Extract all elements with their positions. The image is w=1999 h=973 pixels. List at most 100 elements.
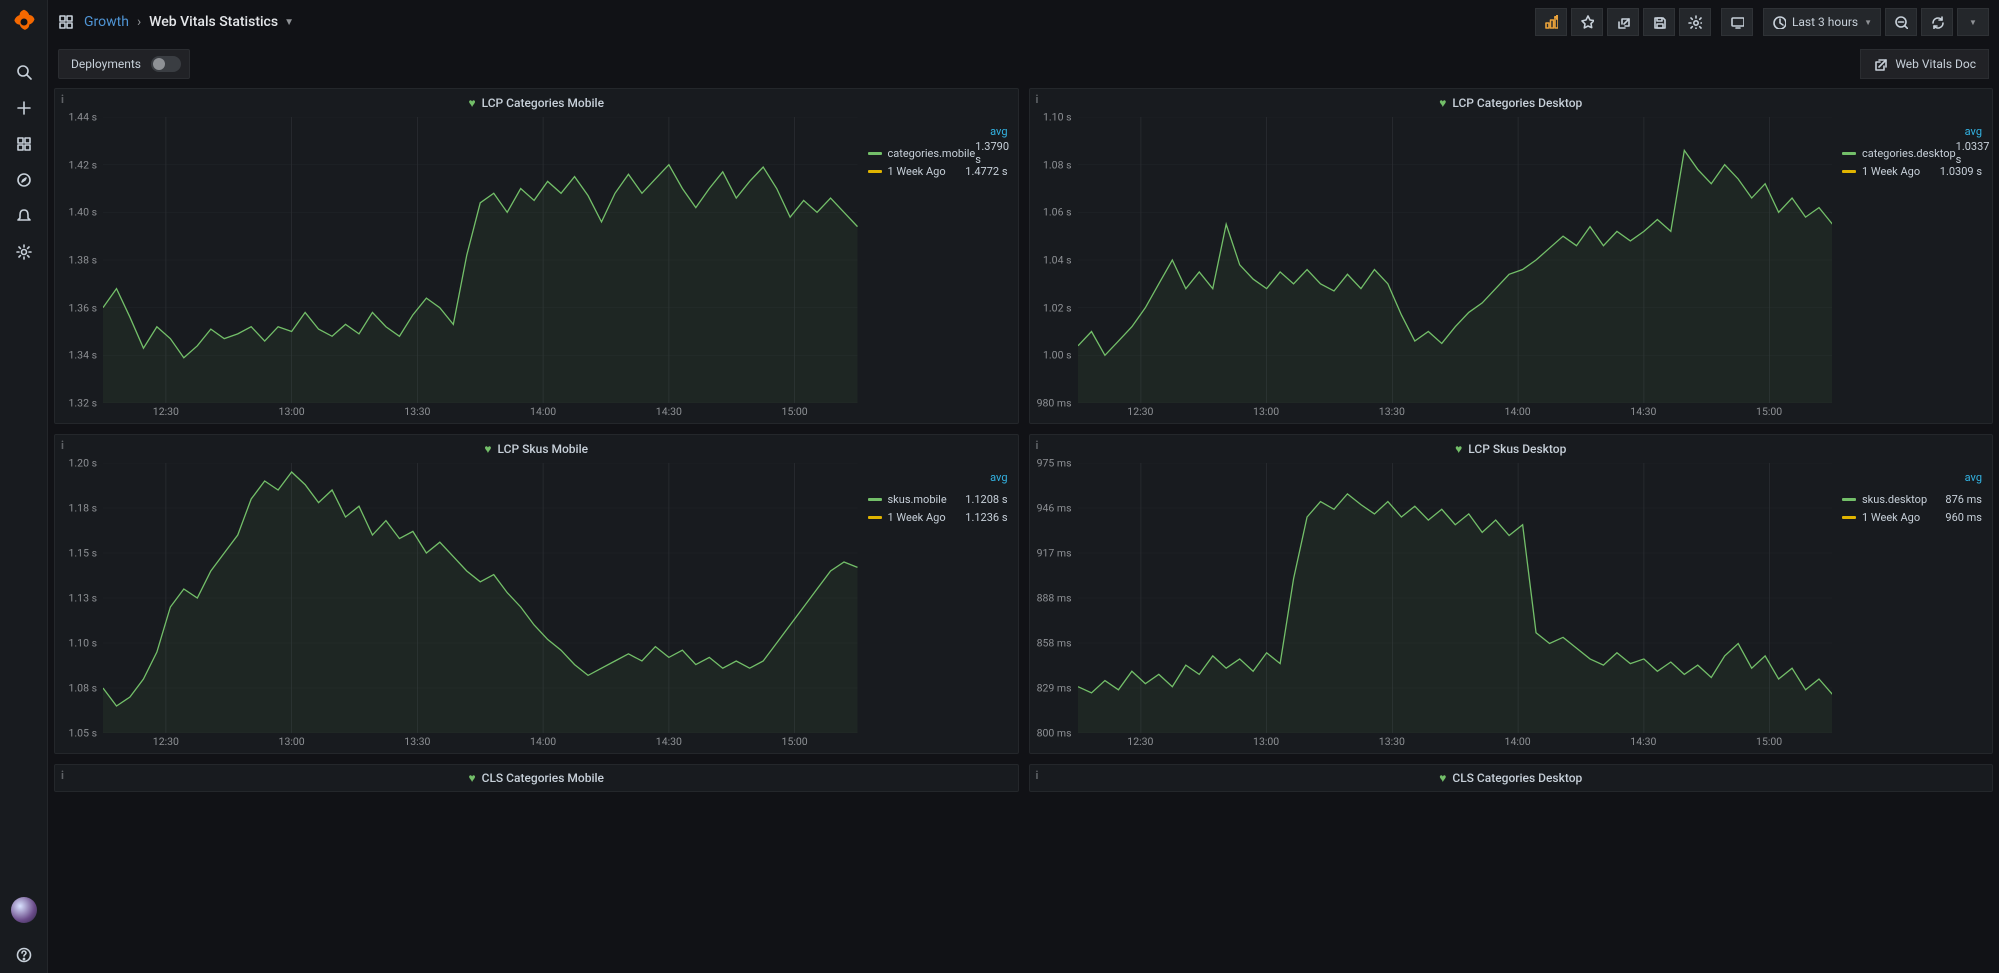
chevron-down-icon: ▼ (1864, 18, 1872, 27)
share-button[interactable] (1607, 8, 1639, 36)
nav-config-icon[interactable] (0, 234, 48, 270)
y-axis: 1.44 s1.42 s1.40 s1.38 s1.36 s1.34 s1.32… (55, 117, 103, 403)
panel-header[interactable]: i♥LCP Skus Desktop (1030, 435, 1993, 463)
heart-icon: ♥ (468, 771, 475, 785)
panel-title: LCP Skus Mobile (498, 442, 589, 456)
x-axis: 12:3013:0013:3014:0014:3015:00 (103, 733, 858, 753)
nav-help-icon[interactable] (0, 937, 48, 973)
plot-area[interactable] (103, 463, 858, 733)
panel-info-icon[interactable]: i (1036, 93, 1039, 106)
legend-label: categories.mobile (888, 147, 976, 160)
dashboards-grid-icon[interactable] (58, 14, 74, 30)
user-avatar[interactable] (11, 897, 37, 923)
panel-title: LCP Categories Mobile (482, 96, 604, 110)
tv-mode-button[interactable] (1721, 8, 1753, 36)
legend-row[interactable]: skus.mobile 1.1208 s (868, 490, 1008, 508)
legend-swatch (1842, 498, 1856, 501)
breadcrumb-sep: › (137, 14, 141, 30)
heart-icon: ♥ (1439, 96, 1446, 110)
chevron-down-icon: ▼ (284, 17, 294, 28)
deployments-variable: Deployments (58, 49, 190, 79)
panel-info-icon[interactable]: i (1036, 769, 1039, 782)
legend-swatch (1842, 152, 1856, 155)
page-title[interactable]: Web Vitals Statistics ▼ (149, 14, 294, 30)
panel-header[interactable]: i ♥ LCP Skus Mobile (55, 435, 1018, 463)
web-vitals-doc-link[interactable]: Web Vitals Doc (1860, 49, 1989, 79)
legend-swatch (868, 498, 882, 501)
heart-icon: ♥ (468, 96, 475, 110)
panel-body: 1.20 s1.18 s1.15 s1.13 s1.10 s1.08 s1.05… (55, 463, 1018, 753)
settings-button[interactable] (1679, 8, 1711, 36)
breadcrumb-folder[interactable]: Growth (84, 14, 129, 30)
legend-label: 1 Week Ago (888, 511, 946, 524)
panel-title: CLS Categories Mobile (482, 771, 604, 785)
panel-lcp_cat_desktop: i♥LCP Categories Desktop1.10 s1.08 s1.06… (1029, 88, 1994, 424)
legend-label: 1 Week Ago (888, 165, 946, 178)
panel-lcp_cat_mobile: i ♥ LCP Categories Mobile 1.44 s1.42 s1.40 … (54, 88, 1019, 424)
refresh-interval-picker[interactable]: ▼ (1957, 8, 1989, 36)
star-button[interactable] (1571, 8, 1603, 36)
legend-row[interactable]: 1 Week Ago 1.4772 s (868, 162, 1008, 180)
y-axis: 975 ms946 ms917 ms888 ms858 ms829 ms800 … (1030, 463, 1078, 733)
plot-area[interactable] (1078, 117, 1833, 403)
legend-header[interactable]: avg (1842, 125, 1982, 138)
legend-value: 1.4772 s (965, 165, 1007, 178)
page-title-text: Web Vitals Statistics (149, 14, 278, 30)
legend-row[interactable]: categories.desktop1.0337 s (1842, 144, 1982, 162)
legend-row[interactable]: 1 Week Ago 960 ms (1842, 508, 1982, 526)
legend: avg skus.mobile 1.1208 s 1 Week Ago 1.1236 s (858, 463, 1018, 753)
add-panel-button[interactable] (1535, 8, 1567, 36)
left-sidebar (0, 0, 48, 973)
nav-create-icon[interactable] (0, 90, 48, 126)
panel-info-icon[interactable]: i (61, 93, 64, 106)
panel-info-icon[interactable]: i (61, 769, 64, 782)
legend-swatch (1842, 516, 1856, 519)
legend: avg categories.desktop1.0337 s1 Week Ago1… (1832, 117, 1992, 423)
nav-explore-icon[interactable] (0, 162, 48, 198)
legend-value: 1.1208 s (965, 493, 1007, 506)
legend-row[interactable]: 1 Week Ago1.0309 s (1842, 162, 1982, 180)
legend-header[interactable]: avg (868, 471, 1008, 484)
legend-row[interactable]: categories.mobile1.3790 s (868, 144, 1008, 162)
legend: avg skus.desktop876 ms 1 Week Ago 960 ms (1832, 463, 1992, 753)
panel-header[interactable]: i♥LCP Categories Desktop (1030, 89, 1993, 117)
nav-alerting-icon[interactable] (0, 198, 48, 234)
deployments-toggle[interactable] (151, 56, 181, 72)
panel-lcp_skus_desktop: i♥LCP Skus Desktop975 ms946 ms917 ms888 … (1029, 434, 1994, 754)
panel-header[interactable]: i ♥ CLS Categories Mobile (55, 765, 1018, 791)
legend-label: skus.mobile (888, 493, 947, 506)
heart-icon: ♥ (1439, 771, 1446, 785)
legend-header[interactable]: avg (868, 125, 1008, 138)
panel-header[interactable]: i ♥ CLS Categories Desktop (1030, 765, 1993, 791)
zoom-out-button[interactable] (1885, 8, 1917, 36)
legend-value: 1.1236 s (965, 511, 1007, 524)
legend-label: 1 Week Ago (1862, 511, 1920, 524)
refresh-button[interactable] (1921, 8, 1953, 36)
x-axis: 12:3013:0013:3014:0014:3015:00 (103, 403, 858, 423)
save-button[interactable] (1643, 8, 1675, 36)
heart-icon: ♥ (484, 442, 491, 456)
plot-area[interactable] (103, 117, 858, 403)
panel-lcp_skus_mobile: i ♥ LCP Skus Mobile 1.20 s1.18 s1.15 s1.13 … (54, 434, 1019, 754)
panel-title: CLS Categories Desktop (1452, 771, 1582, 785)
nav-search-icon[interactable] (0, 54, 48, 90)
nav-dashboards-icon[interactable] (0, 126, 48, 162)
panel-info-icon[interactable]: i (61, 439, 64, 452)
legend-row[interactable]: skus.desktop876 ms (1842, 490, 1982, 508)
panel-header[interactable]: i ♥ LCP Categories Mobile (55, 89, 1018, 117)
panel-info-icon[interactable]: i (1036, 439, 1039, 452)
legend-label: skus.desktop (1862, 493, 1927, 506)
plot-area[interactable] (1078, 463, 1833, 733)
time-range-picker[interactable]: Last 3 hours ▼ (1763, 8, 1881, 36)
legend-value: 1.3790 s (975, 140, 1009, 166)
legend: avg categories.mobile1.3790 s 1 Week Ago 1.… (858, 117, 1018, 423)
doc-link-label: Web Vitals Doc (1895, 57, 1976, 71)
grafana-logo[interactable] (10, 8, 38, 36)
time-range-label: Last 3 hours (1792, 15, 1858, 29)
panel-stub: i ♥ CLS Categories Mobile (54, 764, 1019, 792)
legend-value: 960 ms (1945, 511, 1982, 524)
panel-stub: i ♥ CLS Categories Desktop (1029, 764, 1994, 792)
header-tools: Last 3 hours ▼ ▼ (1535, 8, 1989, 36)
legend-row[interactable]: 1 Week Ago 1.1236 s (868, 508, 1008, 526)
legend-header[interactable]: avg (1842, 471, 1982, 484)
